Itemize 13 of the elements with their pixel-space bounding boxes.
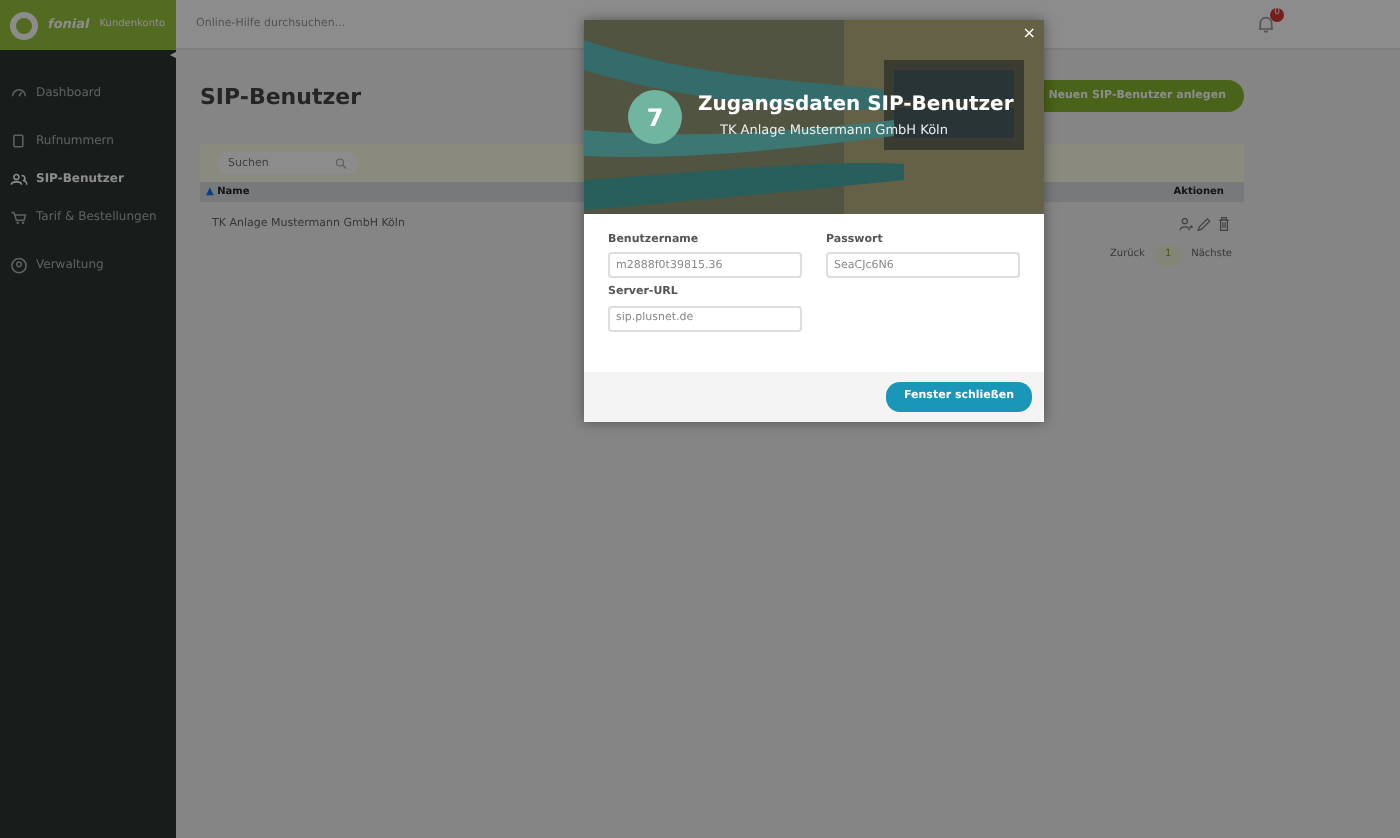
logo-icon: [10, 11, 38, 39]
edit-icon: [1196, 216, 1213, 233]
page-title: SIP-Benutzer: [200, 83, 362, 110]
modal-title: Zugangsdaten SIP-Benutzer: [698, 93, 1014, 118]
close-button[interactable]: ×: [1022, 26, 1036, 42]
user-icon: [10, 256, 28, 274]
trash-icon: [1216, 216, 1232, 233]
cart-icon: [10, 208, 28, 226]
bell-icon: [1256, 14, 1276, 35]
users-icon: [10, 170, 28, 188]
phone-icon: [10, 132, 28, 150]
user-add-icon: [1177, 216, 1193, 233]
gauge-icon: [10, 84, 28, 102]
